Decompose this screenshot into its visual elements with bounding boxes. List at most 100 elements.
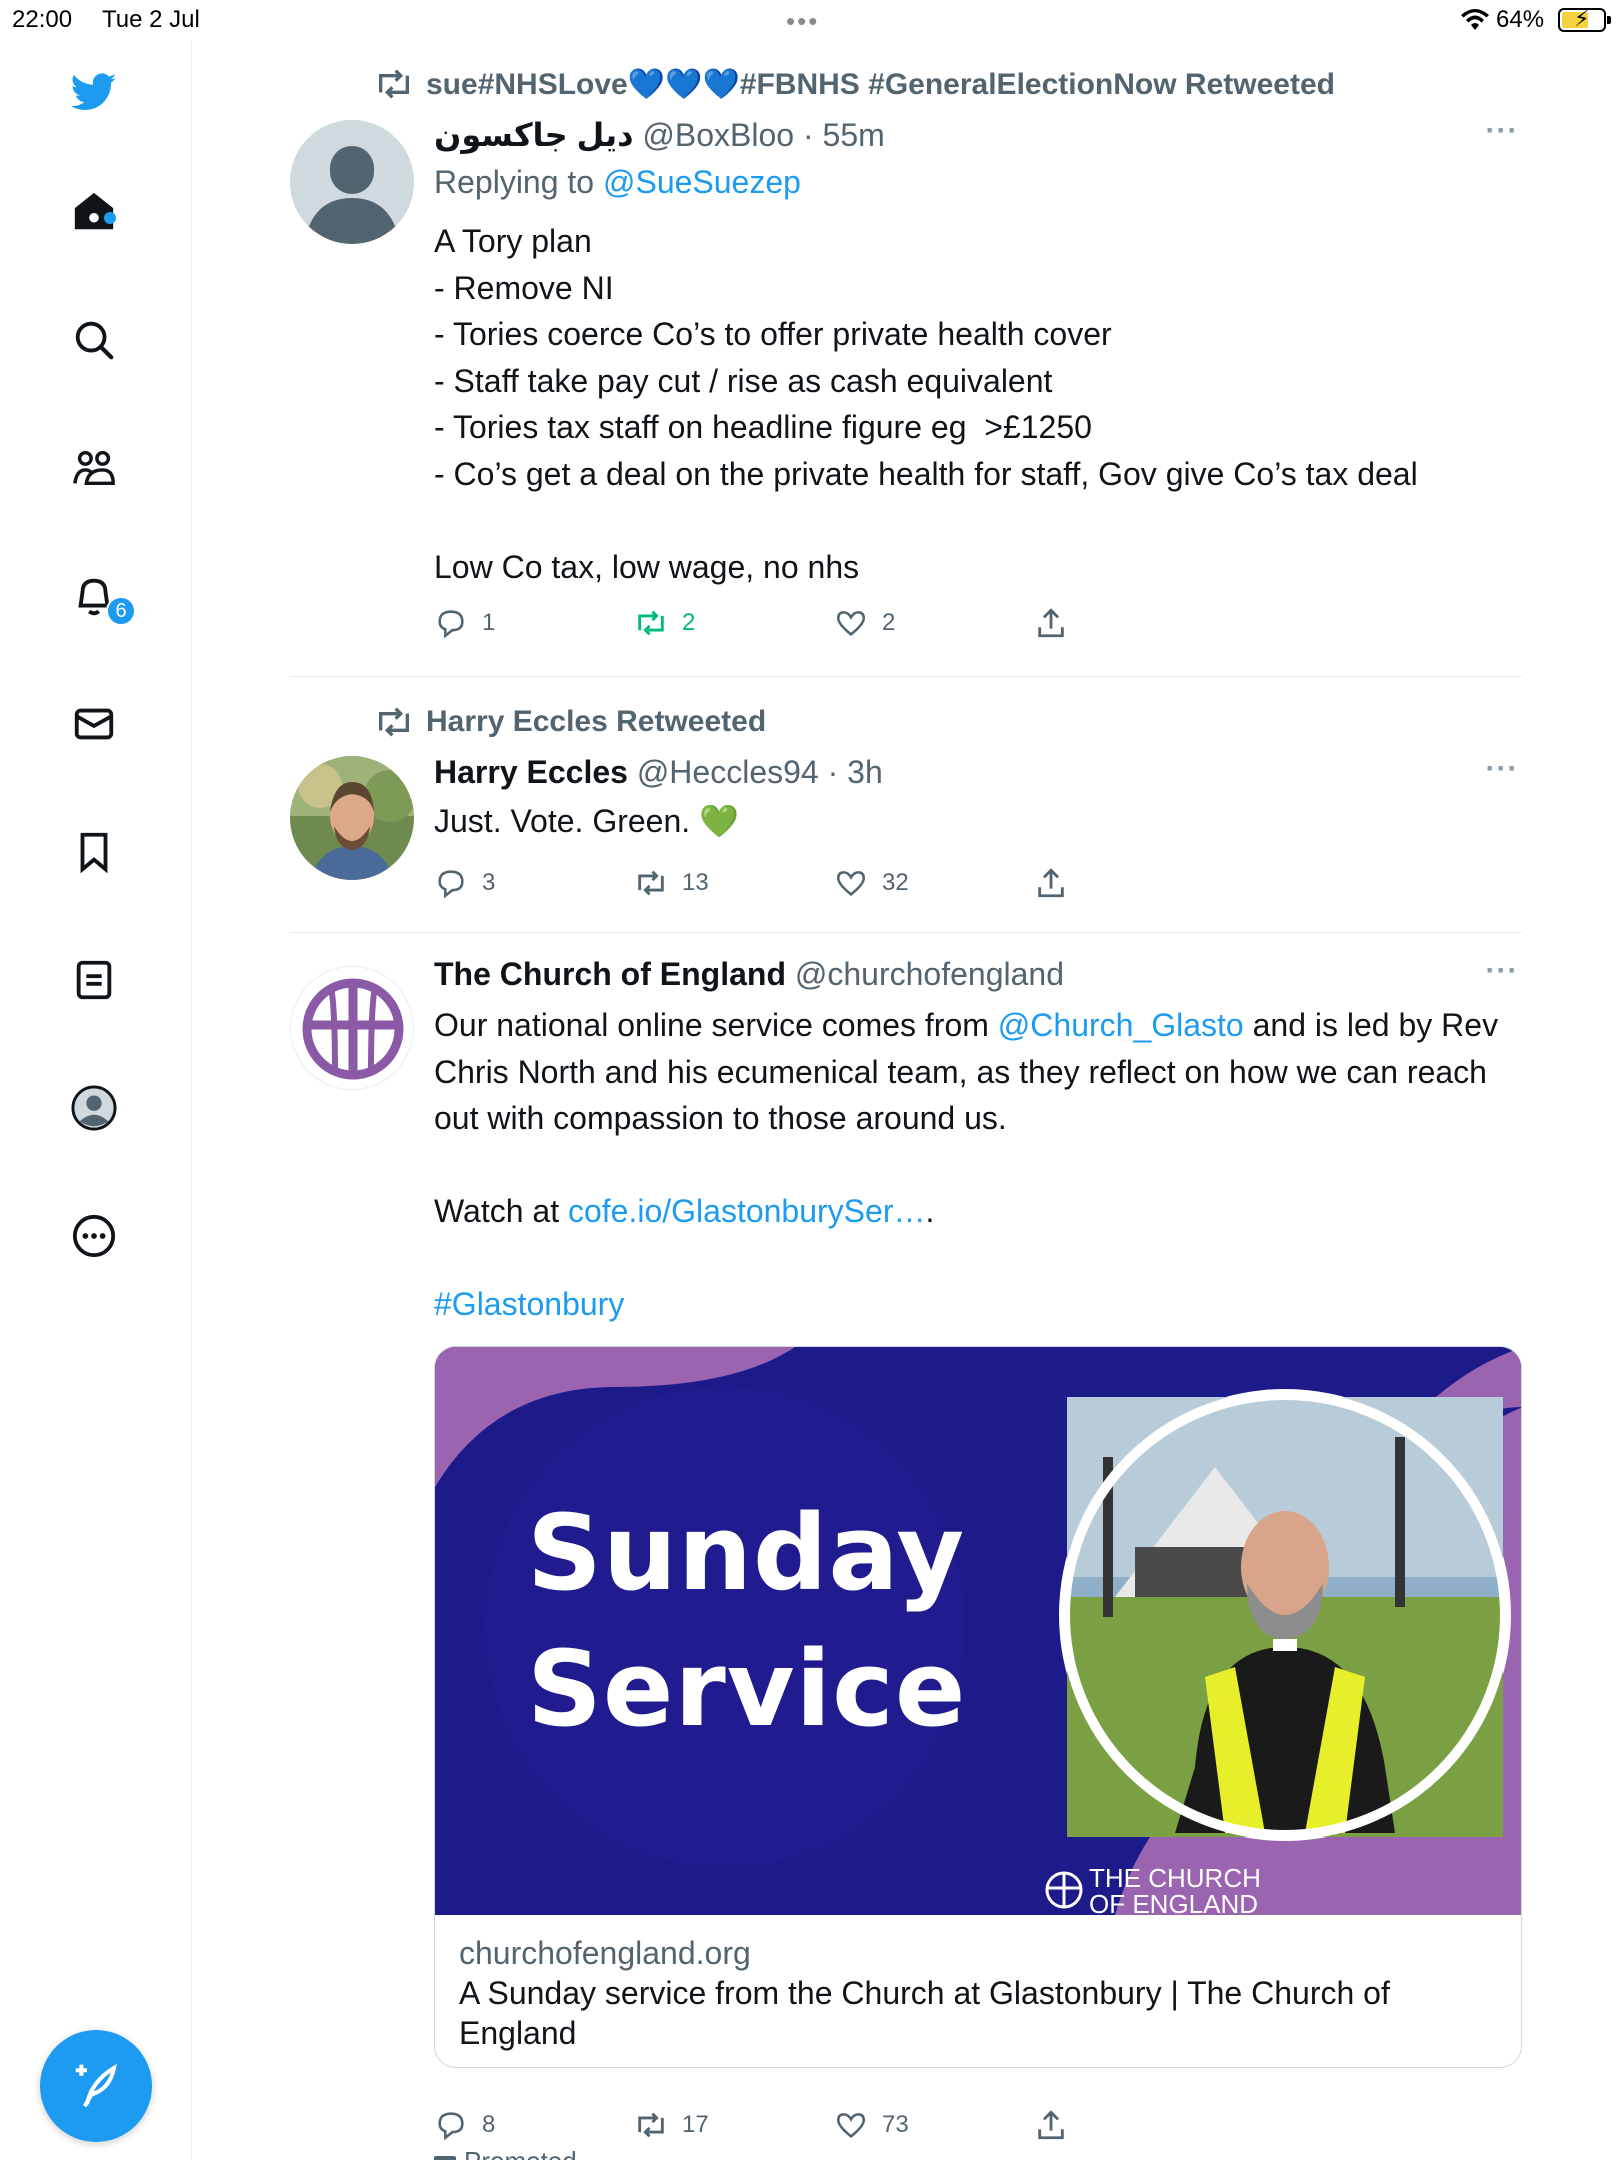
share-button[interactable] [1034, 2108, 1082, 2142]
battery-percent: 64% [1496, 6, 1545, 33]
home-unread-dot [104, 212, 116, 224]
heart-icon [836, 871, 866, 896]
tweet-actions: 8 17 73 [434, 2108, 1134, 2148]
retweet-context: Harry Eccles Retweeted [374, 702, 766, 742]
reply-button[interactable]: 8 [434, 2108, 495, 2142]
like-count: 73 [882, 2111, 909, 2138]
tweet-divider [290, 932, 1522, 933]
author-name[interactable]: Harry Eccles [434, 754, 628, 790]
more-circle-icon[interactable] [66, 1208, 122, 1264]
tweet-text-part: . [925, 1193, 935, 1229]
retweet-button[interactable]: 13 [634, 866, 709, 900]
retweet-icon [638, 610, 664, 636]
search-icon[interactable] [66, 312, 122, 368]
reply-button[interactable]: 1 [434, 606, 495, 640]
more-options-icon[interactable]: ··· [1482, 752, 1522, 786]
profile-avatar-icon[interactable] [66, 1080, 122, 1136]
card-headline-line: Sunday [527, 1492, 966, 1614]
heart-icon [836, 2113, 866, 2138]
share-icon [1038, 608, 1064, 638]
share-button[interactable] [1034, 866, 1082, 900]
compose-tweet-button[interactable] [40, 2030, 152, 2142]
status-time: 22:00 [12, 6, 73, 33]
bookmark-icon[interactable] [66, 824, 122, 880]
status-date: Tue 2 Jul [102, 6, 200, 33]
like-button[interactable]: 2 [834, 606, 895, 640]
status-bar: 22:00 Tue 2 Jul ••• 64% ⚡ [0, 0, 1620, 40]
retweet-button[interactable]: 17 [634, 2108, 709, 2142]
replying-to: Replying to @SueSuezep [434, 164, 801, 201]
tweet-1[interactable]: sue#NHSLove💙💙💙#FBNHS #GeneralElectionNow… [290, 60, 1522, 680]
url-link[interactable]: cofe.io/GlastonburySer… [568, 1193, 926, 1229]
twitter-logo-icon[interactable] [66, 64, 122, 120]
avatar[interactable] [290, 756, 414, 880]
reply-icon [438, 610, 464, 639]
retweet-icon [638, 870, 664, 896]
people-icon[interactable] [66, 440, 122, 496]
card-headline-line: Service [527, 1628, 967, 1750]
share-button[interactable] [1034, 606, 1082, 640]
list-icon[interactable] [66, 952, 122, 1008]
promoted-label: Promoted [434, 2146, 577, 2160]
mail-icon[interactable] [66, 696, 122, 752]
share-icon [1038, 2110, 1064, 2140]
avatar[interactable] [290, 120, 414, 244]
more-options-icon[interactable]: ··· [1482, 954, 1522, 988]
reply-button[interactable]: 3 [434, 866, 495, 900]
author-name[interactable]: The Church of England [434, 956, 786, 992]
reply-icon [438, 2112, 464, 2141]
replying-prefix: Replying to [434, 164, 603, 200]
compose-tweet-icon [75, 2063, 117, 2108]
mention-link[interactable]: @Church_Glasto [998, 1007, 1244, 1043]
retweeted-by-label: sue#NHSLove💙💙💙#FBNHS #GeneralElectionNow… [426, 67, 1335, 101]
reply-count: 1 [482, 609, 496, 636]
card-logo-text: THE CHURCH OF ENGLAND [1089, 1865, 1261, 1915]
retweet-button[interactable]: 2 [634, 606, 695, 640]
tweet-2[interactable]: Harry Eccles Retweeted Harry Eccles @Hec… [290, 698, 1522, 918]
card-logo-line: OF ENGLAND [1089, 1889, 1259, 1915]
like-button[interactable]: 73 [834, 2108, 909, 2142]
more-options-icon[interactable]: ··· [1482, 114, 1522, 148]
default-avatar-icon [290, 120, 414, 244]
multitasking-dots[interactable]: ••• [786, 6, 819, 37]
card-headline: Sunday Service [527, 1485, 966, 1757]
tweet-text: A Tory plan - Remove NI - Tories coerce … [434, 223, 1418, 585]
link-card[interactable]: Sunday Service THE CHURCH OF ENGLAND chu… [434, 1346, 1522, 2068]
author-handle[interactable]: @Heccles94 [637, 754, 819, 790]
church-logo-icon [291, 967, 413, 1089]
card-info: churchofengland.org A Sunday service fro… [435, 1915, 1521, 2067]
promoted-icon [434, 2156, 456, 2160]
author-name[interactable]: ديل جاكسون [434, 117, 634, 153]
sidebar-nav: 6 [0, 40, 192, 2160]
retweeted-by-label: Harry Eccles Retweeted [426, 705, 767, 738]
home-icon[interactable] [66, 184, 122, 240]
reply-icon [438, 870, 464, 899]
card-title: A Sunday service from the Church at Glas… [459, 1975, 1390, 2051]
retweet-small-icon [379, 707, 409, 737]
profile-photo [290, 756, 414, 880]
like-button[interactable]: 32 [834, 866, 909, 900]
retweet-count: 17 [682, 2111, 709, 2138]
like-count: 32 [882, 869, 909, 896]
tweet-actions: 3 13 32 [434, 866, 1134, 906]
replying-to-mention[interactable]: @SueSuezep [603, 164, 801, 200]
avatar[interactable] [290, 966, 414, 1090]
author-handle[interactable]: @churchofengland [795, 956, 1064, 992]
tweet-text: Our national online service comes from @… [434, 1002, 1522, 1328]
share-icon [1038, 868, 1064, 898]
tweet-divider [290, 676, 1522, 677]
tweet-header: Harry Eccles @Heccles94 · 3h [434, 754, 883, 791]
notification-badge: 6 [106, 596, 136, 626]
retweet-count: 13 [682, 869, 709, 896]
author-handle[interactable]: @BoxBloo [642, 117, 794, 153]
retweet-small-icon [379, 69, 409, 99]
tweet-header: The Church of England @churchofengland [434, 956, 1064, 993]
tweet-time[interactable]: · 3h [828, 754, 883, 790]
hashtag-link[interactable]: #Glastonbury [434, 1286, 624, 1322]
tweet-3[interactable]: The Church of England @churchofengland ·… [290, 950, 1522, 2160]
like-count: 2 [882, 609, 896, 636]
retweet-icon [638, 2112, 664, 2138]
tweet-time[interactable]: · 55m [803, 117, 885, 153]
wifi-icon [1461, 9, 1489, 30]
tweet-text-part: Our national online service comes from [434, 1007, 998, 1043]
